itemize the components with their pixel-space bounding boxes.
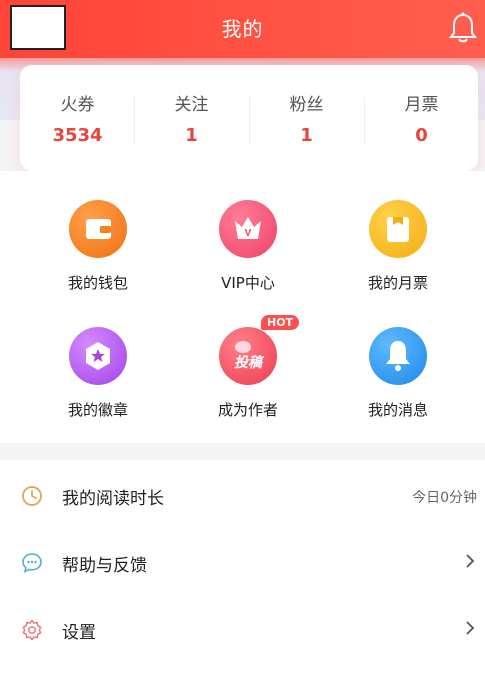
badge-icon [69, 327, 127, 385]
hot-badge: HOT [261, 315, 300, 330]
submit-manuscript-icon: 投稿 [219, 327, 277, 385]
grid-label: 我的消息 [367, 401, 428, 419]
chevron-right-icon [466, 554, 475, 568]
vip-crown-icon: V [219, 200, 277, 258]
list-label: 设置 [62, 623, 96, 643]
manuscript-text: 投稿 [234, 354, 265, 371]
feature-grid: 我的钱包 V VIP中心 我的月票 我的徽章 投稿 HOT 成为作者 我的消息 [0, 171, 485, 443]
grid-item-messages[interactable]: 我的消息 [323, 327, 473, 437]
stat-vouchers[interactable]: 火券 3534 [20, 65, 135, 171]
bell-icon [369, 327, 427, 385]
grid-label: 我的钱包 [67, 274, 128, 292]
grid-item-vip[interactable]: V VIP中心 [173, 200, 323, 310]
stats-card: 火券 3534 关注 1 粉丝 1 月票 0 [20, 65, 478, 171]
stat-label: 月票 [404, 95, 439, 115]
chevron-right-icon [466, 621, 475, 635]
grid-label: 我的月票 [367, 274, 428, 292]
stat-fans[interactable]: 粉丝 1 [249, 65, 364, 171]
grid-label: 我的徽章 [67, 401, 128, 419]
list-label: 我的阅读时长 [62, 489, 164, 509]
notification-bell-icon[interactable] [448, 12, 478, 44]
vip-letter: V [245, 228, 252, 239]
page-title: 我的 [221, 17, 264, 41]
stat-label: 火券 [60, 95, 95, 115]
stat-label: 关注 [174, 95, 209, 115]
gear-icon [22, 619, 42, 641]
stat-value: 3534 [52, 125, 103, 146]
list-item-reading-time[interactable]: 我的阅读时长 今日0分钟 [0, 462, 485, 528]
stat-monthly-tickets[interactable]: 月票 0 [364, 65, 479, 171]
wallet-icon [69, 200, 127, 258]
monthly-ticket-icon [369, 200, 427, 258]
stat-value: 0 [415, 125, 428, 146]
list-label: 帮助与反馈 [62, 556, 147, 576]
grid-label: VIP中心 [221, 274, 275, 292]
grid-label: 成为作者 [217, 401, 278, 419]
list-item-help-feedback[interactable]: 帮助与反馈 [0, 529, 485, 595]
grid-item-become-author[interactable]: 投稿 HOT 成为作者 [173, 315, 323, 437]
grid-item-monthly-ticket[interactable]: 我的月票 [323, 200, 473, 310]
stat-following[interactable]: 关注 1 [134, 65, 249, 171]
stat-value: 1 [185, 125, 198, 146]
reading-time-value: 今日0分钟 [412, 490, 477, 506]
grid-item-badge[interactable]: 我的徽章 [23, 327, 173, 437]
settings-list: 我的阅读时长 今日0分钟 帮助与反馈 设置 [0, 460, 485, 675]
stat-value: 1 [300, 125, 313, 146]
stat-label: 粉丝 [289, 95, 324, 115]
clock-icon [22, 486, 42, 506]
grid-item-wallet[interactable]: 我的钱包 [23, 200, 173, 310]
chat-bubble-icon [22, 553, 42, 573]
list-item-settings[interactable]: 设置 [0, 596, 485, 662]
